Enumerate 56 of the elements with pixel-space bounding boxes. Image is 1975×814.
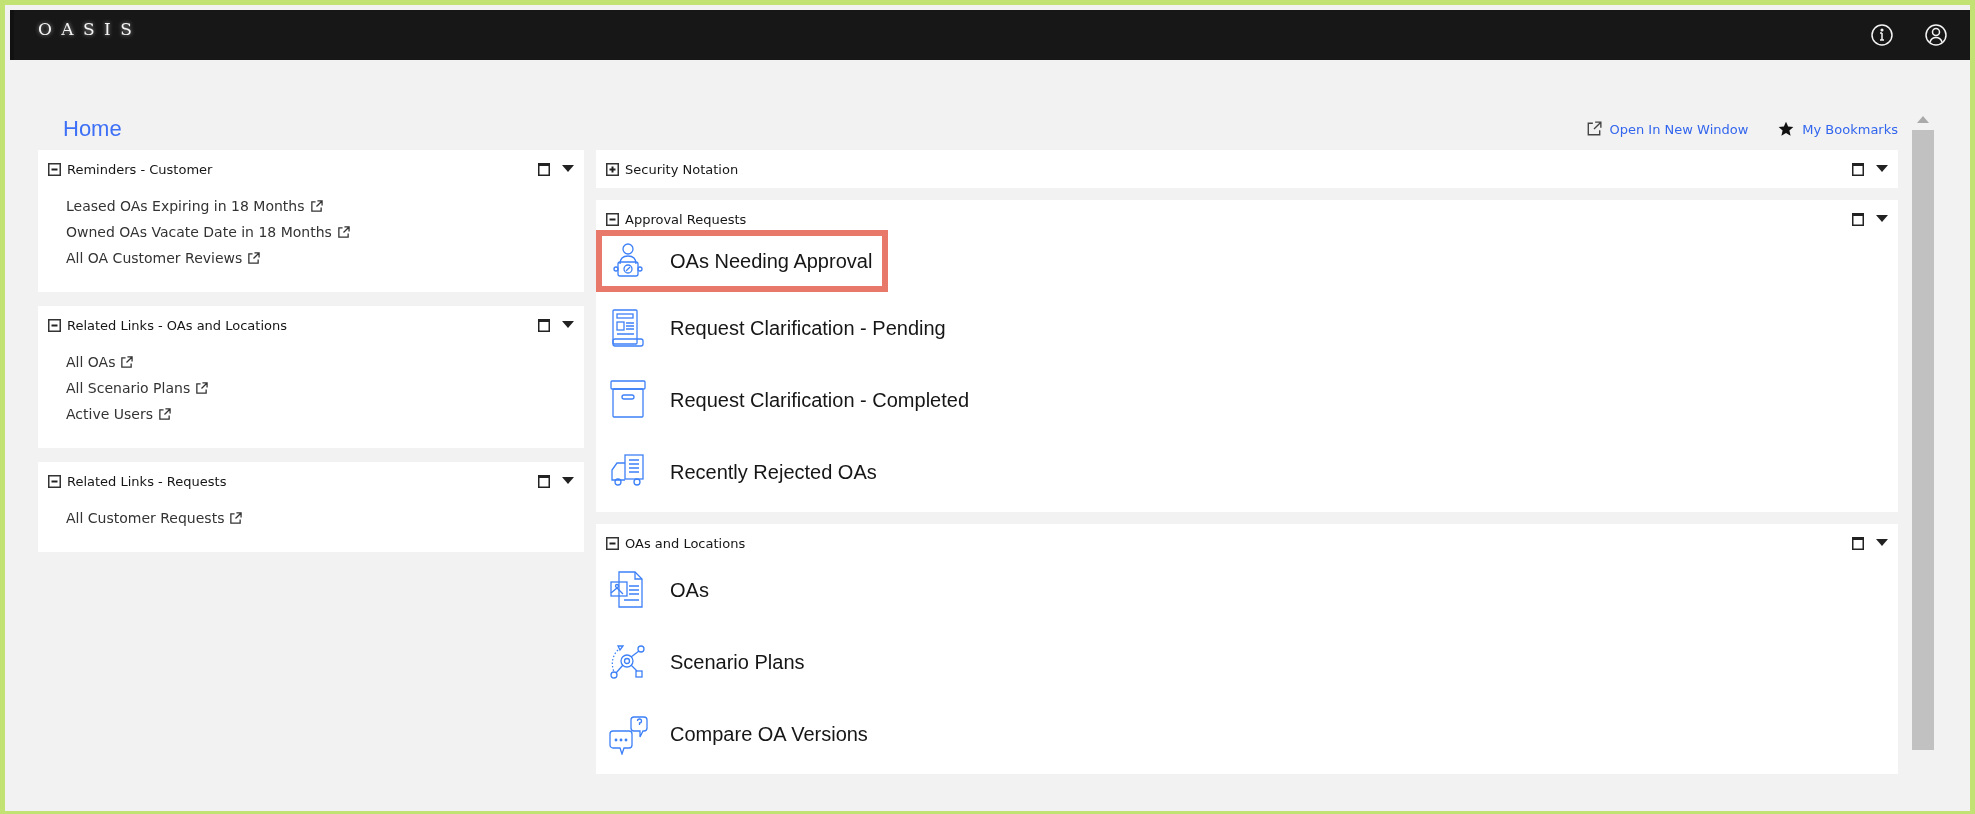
- panel-title: OAs and Locations: [625, 535, 746, 551]
- tile-link[interactable]: Scenario Plans: [596, 631, 821, 693]
- external-link-icon: [1585, 121, 1602, 137]
- external-link-icon: [309, 199, 323, 213]
- tile-link[interactable]: Recently Rejected OAs: [596, 441, 893, 503]
- box-icon: [608, 379, 648, 421]
- tile-link[interactable]: OAs Needing Approval: [596, 230, 889, 292]
- panel-title: Security Notation: [625, 161, 739, 177]
- caret-down-icon[interactable]: [1876, 165, 1888, 173]
- tile-link[interactable]: Compare OA Versions: [596, 703, 884, 765]
- external-link[interactable]: All Scenario Plans: [66, 380, 574, 396]
- maximize-icon[interactable]: [1852, 536, 1864, 550]
- external-link[interactable]: Active Users: [66, 406, 574, 422]
- external-link[interactable]: All Customer Requests: [66, 510, 574, 526]
- maximize-icon[interactable]: [1852, 212, 1864, 226]
- caret-down-icon[interactable]: [562, 165, 574, 173]
- external-link-icon: [247, 251, 261, 265]
- caret-down-icon[interactable]: [562, 321, 574, 329]
- bookmarks-link[interactable]: My Bookmarks: [1778, 121, 1898, 137]
- tile-link[interactable]: Request Clarification - Completed: [596, 369, 986, 431]
- external-link-icon: [336, 225, 350, 239]
- panel-title: Reminders - Customer: [67, 161, 213, 177]
- collapse-button[interactable]: [606, 536, 619, 550]
- app-logo: O A S I S: [38, 19, 134, 39]
- user-icon[interactable]: [1924, 23, 1948, 47]
- maximize-icon[interactable]: [538, 162, 550, 176]
- collapse-button[interactable]: [606, 212, 619, 226]
- external-link-icon: [195, 381, 209, 395]
- info-icon[interactable]: [1870, 23, 1894, 47]
- external-link[interactable]: Owned OAs Vacate Date in 18 Months: [66, 224, 574, 240]
- caret-down-icon[interactable]: [562, 477, 574, 485]
- external-link-icon: [120, 355, 134, 369]
- caret-down-icon[interactable]: [1876, 539, 1888, 547]
- external-link-icon: [157, 407, 171, 421]
- expand-button[interactable]: [606, 162, 619, 176]
- page-title: Home: [63, 116, 122, 142]
- collapse-button[interactable]: [48, 474, 61, 488]
- panel-title: Related Links - Requests: [67, 473, 227, 489]
- external-link[interactable]: All OAs: [66, 354, 574, 370]
- star-icon: [1778, 121, 1795, 137]
- external-link[interactable]: Leased OAs Expiring in 18 Months: [66, 198, 574, 214]
- maximize-icon[interactable]: [538, 318, 550, 332]
- panel-title: Approval Requests: [625, 211, 747, 227]
- external-link[interactable]: All OA Customer Reviews: [66, 250, 574, 266]
- tile-link[interactable]: Request Clarification - Pending: [596, 297, 962, 359]
- scrollbar-thumb[interactable]: [1912, 130, 1934, 750]
- panel-title: Related Links - OAs and Locations: [67, 317, 287, 333]
- maximize-icon[interactable]: [538, 474, 550, 488]
- collapse-button[interactable]: [48, 318, 61, 332]
- open-window-link[interactable]: Open In New Window: [1585, 121, 1749, 137]
- external-link-icon: [229, 511, 243, 525]
- caret-down-icon[interactable]: [1876, 215, 1888, 223]
- chat-icon: [608, 713, 648, 755]
- tile-link[interactable]: OAs: [596, 559, 725, 621]
- maximize-icon[interactable]: [1852, 162, 1864, 176]
- collapse-button[interactable]: [48, 162, 61, 176]
